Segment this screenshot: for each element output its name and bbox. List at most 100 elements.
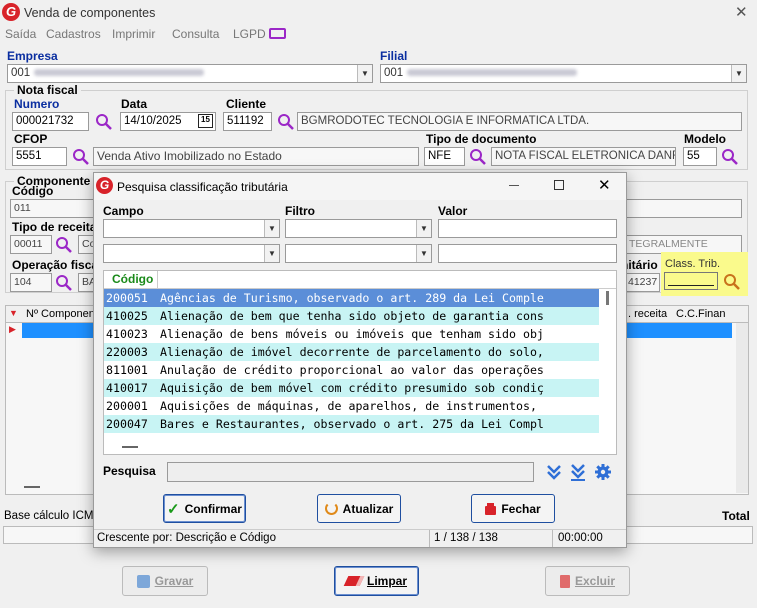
chevron-down-icon[interactable]: ▼ <box>357 65 372 82</box>
chevron-down-icon[interactable]: ▼ <box>264 245 279 262</box>
search-icon[interactable] <box>276 112 296 132</box>
col-ccfinan[interactable]: C.C.Finan <box>676 308 726 320</box>
excluir-label: Excluir <box>574 574 616 588</box>
valor-label: Valor <box>438 204 468 218</box>
cfop-field[interactable]: 5551 <box>12 147 67 166</box>
menu-cadastros[interactable]: Cadastros <box>46 27 101 41</box>
close-icon[interactable]: ✕ <box>735 3 748 21</box>
confirmar-button[interactable]: ✓ Confirmar <box>163 494 246 523</box>
menu-consulta[interactable]: Consulta <box>172 27 219 41</box>
calendar-icon[interactable]: 15 <box>198 114 213 128</box>
empresa-code: 001 <box>11 67 31 79</box>
results-hscroll-thumb[interactable] <box>122 446 138 448</box>
cliente-code-field[interactable]: 511192 <box>223 112 272 131</box>
filtro-combo-1[interactable]: ▼ <box>285 219 432 238</box>
empresa-label: Empresa <box>7 49 58 63</box>
col-codigo[interactable]: Código <box>104 271 158 289</box>
result-row[interactable]: 410017 Aquisição de bem móvel com crédito… <box>104 379 599 397</box>
dialog-title-bar: G Pesquisa classificação tributária ✕ <box>94 173 626 200</box>
app-logo-icon: G <box>96 177 113 194</box>
modelo-field[interactable]: 55 <box>683 147 717 166</box>
filtro-combo-2[interactable]: ▼ <box>285 244 432 263</box>
fechar-button[interactable]: Fechar <box>471 494 555 523</box>
campo-combo-1[interactable]: ▼ <box>103 219 280 238</box>
results-vscroll-thumb[interactable] <box>606 291 609 305</box>
filtro-label: Filtro <box>285 204 315 218</box>
data-label: Data <box>121 97 148 111</box>
gravar-button[interactable]: Gravar <box>122 566 208 596</box>
chevron-down-icon[interactable]: ▼ <box>416 220 431 237</box>
grid-hscroll-thumb[interactable] <box>24 486 40 488</box>
pesquisa-dialog: G Pesquisa classificação tributária ✕ Ca… <box>93 172 627 548</box>
grid-vscroll[interactable] <box>736 323 748 493</box>
cliente-label: Cliente <box>226 97 267 111</box>
tipo-receita-field[interactable]: 00011 <box>10 235 52 254</box>
operacao-field[interactable]: 104 <box>10 273 52 292</box>
sort-down-icon[interactable]: ▼ <box>9 308 18 318</box>
pesquisa-label: Pesquisa <box>103 464 156 478</box>
chevron-last-icon[interactable] <box>569 462 587 482</box>
class-trib-field[interactable] <box>664 272 718 290</box>
search-icon[interactable] <box>720 147 740 167</box>
status-sort: Crescente por: Descrição e Código <box>97 532 276 544</box>
minimize-icon[interactable] <box>509 185 519 186</box>
col-componente[interactable]: Nº Componen <box>26 308 96 320</box>
search-icon[interactable] <box>54 273 74 293</box>
result-row[interactable]: 200051 Agências de Turismo, observado o a… <box>104 289 599 307</box>
menu-lgpd[interactable]: LGPD <box>233 27 266 41</box>
limpar-label: Limpar <box>366 574 407 588</box>
results-header: Código <box>104 271 616 289</box>
status-time: 00:00:00 <box>558 532 603 544</box>
menu-imprimir[interactable]: Imprimir <box>112 27 155 41</box>
limpar-button[interactable]: Limpar <box>334 566 419 596</box>
modelo-label: Modelo <box>684 132 726 146</box>
excluir-button[interactable]: Excluir <box>545 566 630 596</box>
total-label: Total <box>722 509 750 523</box>
col-receita[interactable]: . receita <box>628 308 667 320</box>
gear-icon[interactable] <box>594 463 612 481</box>
maximize-icon[interactable] <box>554 180 564 190</box>
monitor-icon[interactable] <box>269 28 286 39</box>
tipodoc-label: Tipo de documento <box>426 132 537 146</box>
search-icon[interactable] <box>71 147 91 167</box>
result-row[interactable]: 410025 Alienação de bem que tenha sido ob… <box>104 307 599 325</box>
chevron-down-icon[interactable]: ▼ <box>731 65 746 82</box>
result-row[interactable]: 220003 Alienação de imóvel decorrente de … <box>104 343 599 361</box>
dialog-title: Pesquisa classificação tributária <box>117 180 288 194</box>
result-row[interactable]: 410023 Alienação de bens móveis ou imóvei… <box>104 325 599 343</box>
search-icon[interactable] <box>468 147 488 167</box>
close-icon[interactable]: ✕ <box>598 176 611 194</box>
data-value: 14/10/2025 <box>124 115 182 127</box>
unitario-field[interactable]: 41237 <box>624 273 660 292</box>
search-icon[interactable] <box>94 112 114 132</box>
empresa-combo[interactable]: 001 ▼ <box>7 64 373 83</box>
row-pointer-icon: ▶ <box>9 324 16 334</box>
eraser-icon <box>343 576 365 586</box>
valor-input-1[interactable] <box>438 219 617 238</box>
window-title: Venda de componentes <box>24 6 156 20</box>
cfop-desc-field: Venda Ativo Imobilizado no Estado <box>93 147 419 166</box>
results-grid[interactable]: Código 200051 Agências de Turismo, observ… <box>103 270 617 455</box>
result-row[interactable]: 811001 Anulação de crédito proporcional a… <box>104 361 599 379</box>
numero-field[interactable]: 000021732 <box>12 112 89 131</box>
search-icon[interactable] <box>54 235 74 255</box>
tipo-receita-label: Tipo de receita <box>12 220 97 234</box>
valor-input-2[interactable] <box>438 244 617 263</box>
pesquisa-input[interactable] <box>167 462 534 482</box>
chevron-down-icon[interactable]: ▼ <box>264 220 279 237</box>
tipodoc-field[interactable]: NFE <box>424 147 465 166</box>
result-row[interactable]: 200001 Aquisições de máquinas, de aparelh… <box>104 397 599 415</box>
title-bar: G Venda de componentes ✕ <box>0 0 757 26</box>
atualizar-label: Atualizar <box>342 501 394 516</box>
status-divider <box>552 530 553 547</box>
chevron-double-down-icon[interactable] <box>545 462 563 482</box>
filial-combo[interactable]: 001 ▼ <box>380 64 747 83</box>
menu-saida[interactable]: Saída <box>5 27 36 41</box>
codigo-field[interactable]: 011 <box>10 199 94 218</box>
result-row[interactable]: 200047 Bares e Restaurantes, observado o … <box>104 415 599 433</box>
atualizar-button[interactable]: Atualizar <box>317 494 401 523</box>
chevron-down-icon[interactable]: ▼ <box>416 245 431 262</box>
search-icon[interactable] <box>722 272 742 292</box>
cfop-label: CFOP <box>14 132 48 146</box>
campo-combo-2[interactable]: ▼ <box>103 244 280 263</box>
